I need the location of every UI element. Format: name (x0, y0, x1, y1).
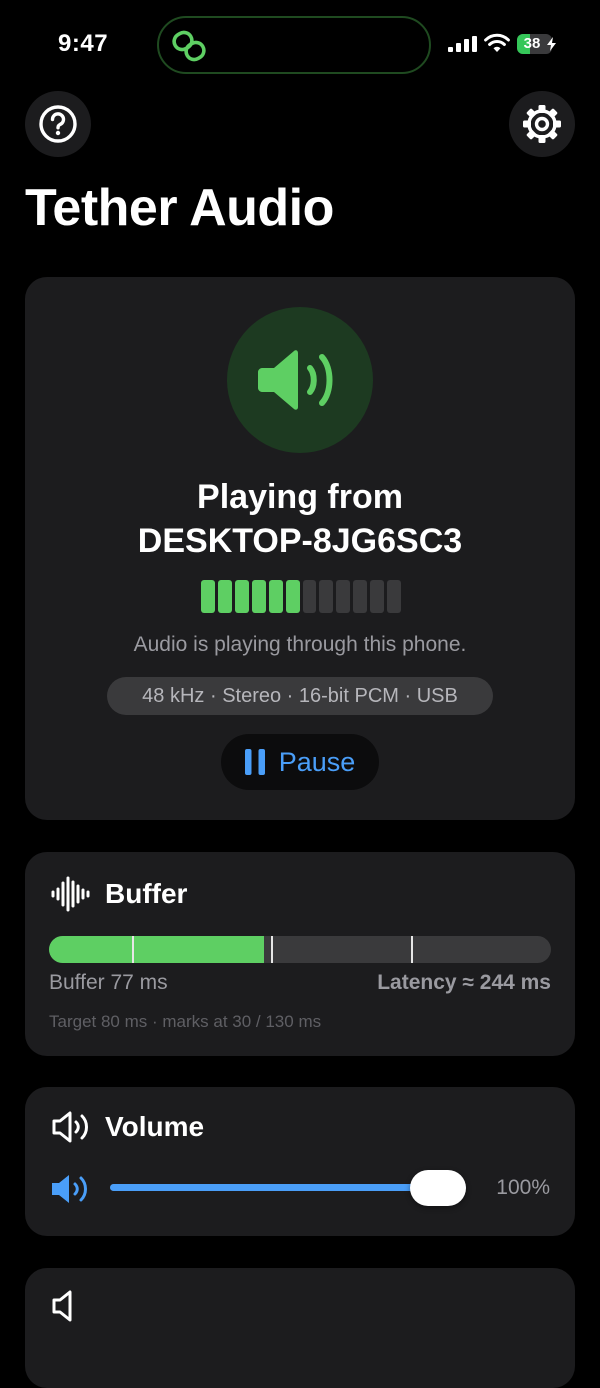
buffer-bar (49, 936, 551, 963)
level-segment (251, 580, 266, 613)
speaker-playing-icon (258, 350, 333, 410)
buffer-mark (131, 936, 134, 963)
link-icon (172, 30, 206, 62)
status-bar: 9:47 38 (0, 0, 600, 90)
pause-button[interactable]: Pause (221, 734, 379, 790)
audio-level-meter (201, 580, 402, 613)
now-playing-card: Playing from DESKTOP-8JG6SC3 Audio is pl… (25, 277, 575, 820)
volume-slider[interactable] (110, 1170, 466, 1206)
buffer-mark (271, 936, 274, 963)
settings-button[interactable] (509, 91, 575, 157)
now-playing-source: DESKTOP-8JG6SC3 (137, 522, 463, 560)
level-segment (268, 580, 283, 613)
dynamic-island (157, 16, 431, 74)
buffer-size-text: Buffer 77 ms (49, 971, 168, 994)
level-segment (353, 580, 368, 613)
buffer-header: Buffer (51, 876, 187, 912)
level-segment (302, 580, 317, 613)
now-playing-title: Playing from DESKTOP-8JG6SC3 (25, 475, 575, 563)
level-segment (201, 580, 215, 613)
wifi-icon (484, 33, 510, 52)
buffer-note: Target 80 ms · marks at 30 / 130 ms (49, 1012, 322, 1031)
volume-speaker-icon (52, 1175, 87, 1203)
level-segment (234, 580, 249, 613)
now-playing-title-line1: Playing from (197, 478, 403, 516)
level-segment (336, 580, 351, 613)
status-time: 9:47 (58, 30, 109, 57)
latency-text: Latency ≈ 244 ms (377, 971, 551, 994)
next-card-header (51, 1290, 91, 1322)
question-circle-icon (39, 105, 77, 143)
page-title: Tether Audio (25, 179, 334, 237)
battery-percent: 38 (523, 35, 541, 52)
buffer-title: Buffer (105, 878, 188, 909)
buffer-mark (410, 936, 413, 963)
cellular-signal-icon (448, 36, 477, 52)
pause-button-label: Pause (278, 746, 356, 777)
volume-title: Volume (105, 1111, 205, 1142)
charging-bolt-icon (547, 37, 556, 51)
volume-card: Volume 100% (25, 1087, 575, 1236)
speaker-badge (227, 307, 373, 453)
speaker-outline-icon (52, 1111, 88, 1143)
level-segment (217, 580, 232, 613)
level-segment (387, 580, 402, 613)
buffer-card: Buffer Buffer 77 ms Latency ≈ 244 ms Tar… (25, 852, 575, 1056)
partial-section-icon (52, 1290, 72, 1322)
waveform-icon (51, 876, 90, 912)
playback-status-text: Audio is playing through this phone. (133, 633, 467, 656)
level-segment (319, 580, 334, 613)
volume-slider-thumb[interactable] (410, 1170, 466, 1206)
pause-icon (244, 749, 265, 775)
gear-icon (523, 105, 561, 143)
audio-format-badge: 48 kHz · Stereo · 16-bit PCM · USB (107, 677, 493, 715)
help-button[interactable] (25, 91, 91, 157)
volume-value: 100% (496, 1176, 550, 1199)
volume-header: Volume (51, 1111, 204, 1143)
buffer-bar-fill (49, 936, 264, 963)
next-card (25, 1268, 575, 1388)
level-segment (370, 580, 385, 613)
battery-indicator: 38 (517, 34, 557, 54)
level-segment (285, 580, 300, 613)
